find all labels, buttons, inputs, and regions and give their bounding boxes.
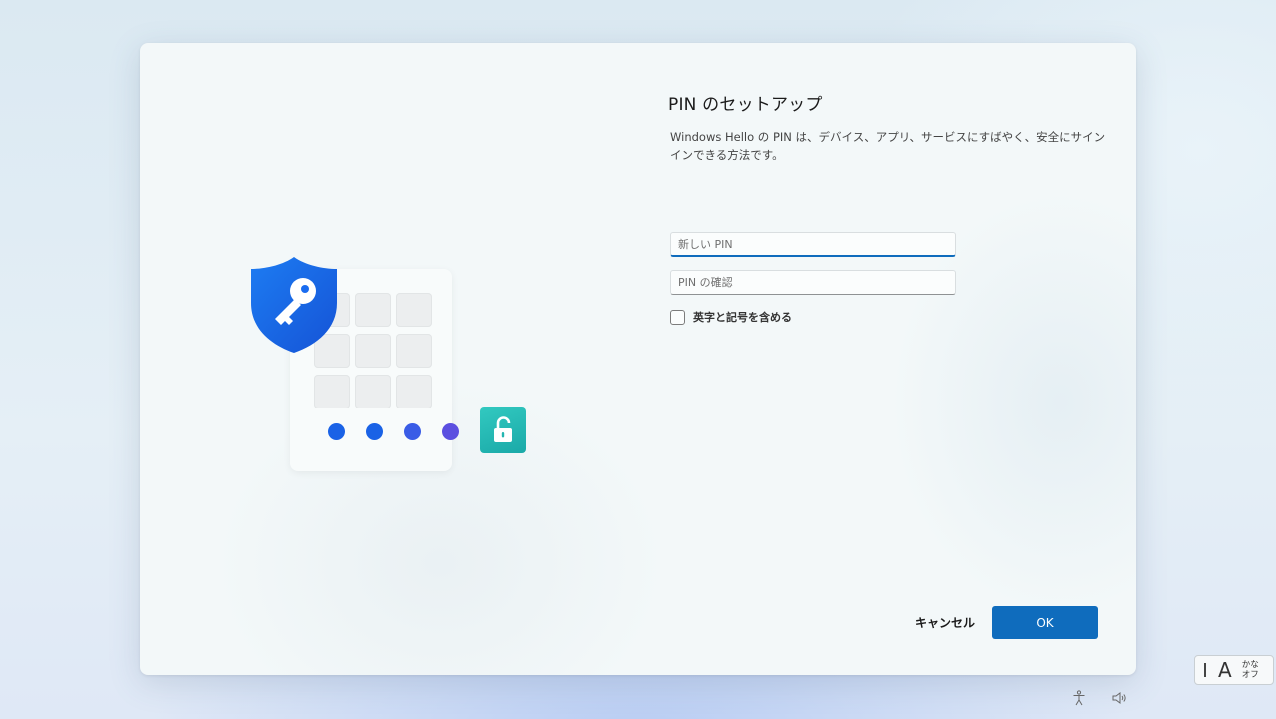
ime-kana-line1: かな bbox=[1241, 660, 1259, 670]
ime-cursor-icon bbox=[1204, 663, 1206, 677]
confirm-pin-input[interactable] bbox=[670, 270, 956, 295]
unlock-icon bbox=[480, 407, 526, 453]
ime-indicator[interactable]: A かな オフ bbox=[1194, 655, 1274, 685]
shield-key-icon bbox=[251, 257, 337, 353]
volume-icon[interactable] bbox=[1111, 690, 1127, 706]
keypad-key bbox=[314, 375, 350, 409]
new-pin-input[interactable] bbox=[670, 232, 956, 257]
keypad-key bbox=[355, 293, 391, 327]
keypad-key bbox=[355, 334, 391, 368]
keypad-key bbox=[396, 334, 432, 368]
keypad-key bbox=[396, 375, 432, 409]
ime-kana-status: かな オフ bbox=[1242, 660, 1259, 680]
ok-button[interactable]: OK bbox=[992, 606, 1098, 639]
accessibility-icon[interactable] bbox=[1071, 690, 1087, 706]
pin-dot bbox=[366, 423, 383, 440]
pin-description: Windows Hello の PIN は、デバイス、アプリ、サービスにすばやく… bbox=[670, 130, 1106, 162]
ime-mode-glyph: A bbox=[1218, 658, 1232, 682]
ime-kana-line2: オフ bbox=[1241, 670, 1259, 680]
keypad-key bbox=[396, 293, 432, 327]
pin-dot bbox=[328, 423, 345, 440]
page-title: PIN のセットアップ bbox=[668, 95, 823, 115]
include-symbols-label: 英字と記号を含める bbox=[693, 311, 792, 324]
pin-illustration bbox=[240, 253, 540, 493]
pin-setup-dialog: PIN のセットアップ Windows Hello の PIN は、デバイス、ア… bbox=[140, 43, 1136, 675]
pin-dot bbox=[442, 423, 459, 440]
keypad-key bbox=[355, 375, 391, 409]
include-symbols-option[interactable]: 英字と記号を含める bbox=[670, 309, 792, 325]
include-symbols-checkbox[interactable] bbox=[670, 309, 685, 325]
cancel-button[interactable]: キャンセル bbox=[892, 606, 998, 639]
pin-dot bbox=[404, 423, 421, 440]
